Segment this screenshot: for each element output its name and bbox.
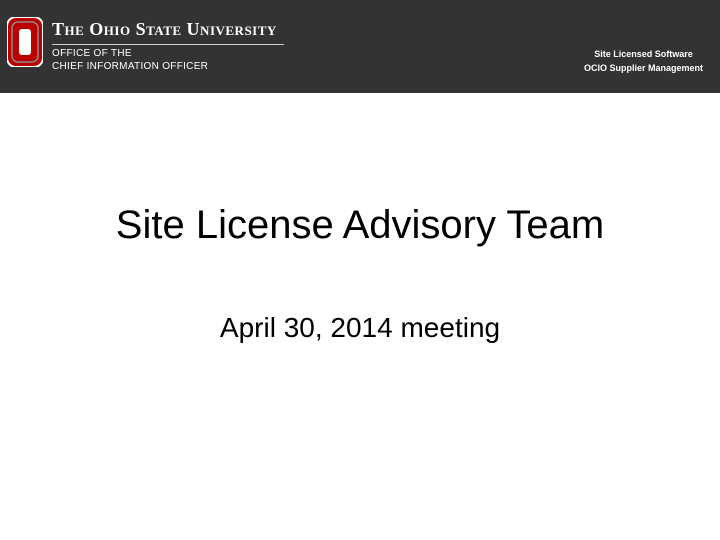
department-line-2: OCIO Supplier Management xyxy=(583,63,703,73)
slide-title: Site License Advisory Team xyxy=(115,203,605,247)
university-name: The Ohio State University xyxy=(52,19,277,39)
department-label: Site Licensed Software OCIO Supplier Man… xyxy=(584,47,703,75)
header-banner: The Ohio State University Office of the … xyxy=(0,0,720,93)
slide-subtitle: April 30, 2014 meeting xyxy=(219,312,501,343)
block-o-logo-icon xyxy=(7,17,43,67)
header-divider xyxy=(52,44,284,45)
office-name: Office of the Chief Information Officer xyxy=(52,48,208,73)
office-line-2: Chief Information Officer xyxy=(52,60,209,72)
office-line-1: Office of the xyxy=(52,48,132,59)
department-line-1: Site Licensed Software xyxy=(594,49,693,59)
